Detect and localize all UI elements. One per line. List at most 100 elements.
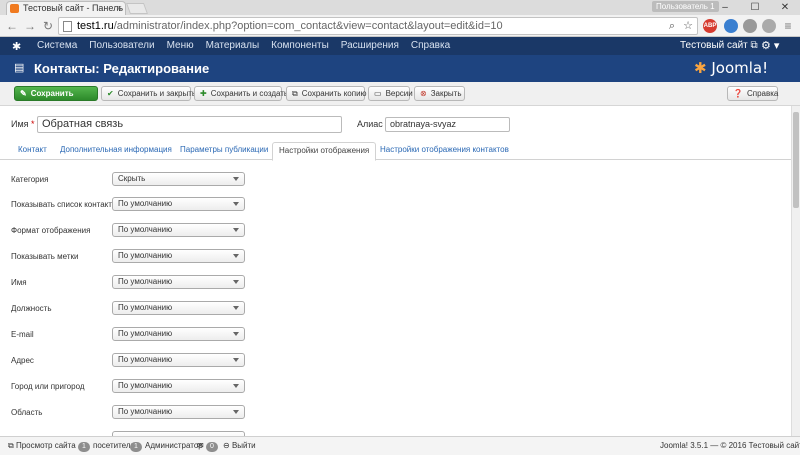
tab-contact-display[interactable]: Настройки отображения контактов [374, 142, 515, 160]
zoom-icon[interactable]: ⌕ [665, 19, 679, 33]
form-tabs: Контакт Дополнительная информация Параме… [0, 142, 800, 161]
page-title: Контакты: Редактирование [34, 61, 210, 76]
bookmark-star-icon[interactable]: ☆ [681, 19, 695, 33]
setting-select[interactable]: По умолчанию [112, 249, 245, 263]
name-field[interactable]: Обратная связь [37, 116, 342, 133]
help-button[interactable]: ❓ Справка [727, 86, 778, 101]
setting-select[interactable]: По умолчанию [112, 405, 245, 419]
user-settings-icon[interactable]: ⚙ ▾ [761, 37, 779, 55]
save-copy-button[interactable]: ⧉ Сохранить копию [286, 86, 367, 101]
status-bar: ⧉ Просмотр сайта 1 посетитель 1 Администра… [0, 436, 800, 455]
close-label: Закрыть [430, 89, 462, 98]
versions-label: Версии [385, 89, 413, 98]
setting-select[interactable]: По умолчанию [112, 301, 245, 315]
tab-close-icon[interactable]: × [117, 2, 122, 15]
setting-select[interactable]: Скрыть [112, 172, 245, 186]
forward-icon[interactable]: → [22, 18, 38, 34]
setting-label: Город или пригород [11, 382, 85, 391]
save-new-label: Сохранить и создать [210, 89, 289, 98]
help-icon: ❓ [733, 89, 743, 98]
chevron-down-icon [233, 177, 239, 181]
view-site-link[interactable]: ⧉ Просмотр сайта [8, 437, 76, 455]
setting-value: По умолчанию [118, 407, 173, 416]
setting-label: Категория [11, 175, 49, 184]
version-info: Joomla! 3.5.1 — © 2016 Тестовый сайт [660, 441, 800, 450]
setting-label: E-mail [11, 330, 34, 339]
setting-select[interactable]: По умолчанию [112, 353, 245, 367]
url-path: /administrator/index.php?option=com_cont… [113, 20, 503, 32]
extension-speed-icon[interactable] [743, 19, 757, 33]
reload-icon[interactable]: ↻ [40, 18, 56, 34]
tab-display[interactable]: Настройки отображения [272, 142, 377, 161]
extension-gear-icon[interactable] [762, 19, 776, 33]
save-new-button[interactable]: ✚ Сохранить и создать [194, 86, 288, 101]
copy-icon: ⧉ [292, 89, 298, 98]
setting-select[interactable]: По умолчанию [112, 327, 245, 341]
url-text[interactable]: test1.ru/administrator/index.php?option=… [77, 18, 503, 34]
minimize-icon[interactable]: – [710, 0, 740, 15]
close-button[interactable]: ⊗ Закрыть [414, 86, 465, 101]
menu-components[interactable]: Компоненты [271, 37, 329, 55]
menu-system[interactable]: Система [37, 37, 77, 55]
tab-publishing[interactable]: Параметры публикации [174, 142, 274, 160]
browser-toolbar: ← → ↻ test1.ru/administrator/index.php?o… [0, 15, 800, 37]
name-label-text: Имя [11, 119, 29, 129]
menu-users[interactable]: Пользователи [89, 37, 154, 55]
save-close-label: Сохранить и закрыть [117, 89, 197, 98]
setting-value: По умолчанию [118, 199, 173, 208]
setting-select[interactable]: По умолчанию [112, 197, 245, 211]
chevron-down-icon [233, 228, 239, 232]
close-window-icon[interactable]: ✕ [770, 0, 800, 15]
setting-select[interactable]: По умолчанию [112, 379, 245, 393]
browser-menu-icon[interactable]: ≡ [780, 18, 796, 34]
chevron-down-icon [233, 280, 239, 284]
alias-field[interactable]: obratnaya-svyaz [385, 117, 510, 132]
chevron-down-icon [233, 410, 239, 414]
minus-icon: ⊖ [223, 441, 232, 450]
scrollbar-thumb[interactable] [793, 112, 799, 208]
edit-form: Имя * Обратная связь Алиас obratnaya-svy… [0, 106, 800, 436]
extension-swirl-icon[interactable] [724, 19, 738, 33]
profile-badge[interactable]: Пользователь 1 [652, 1, 719, 12]
chevron-down-icon [233, 358, 239, 362]
setting-label: Формат отображения [11, 226, 91, 235]
chevron-down-icon [233, 202, 239, 206]
tab-contact[interactable]: Контакт [12, 142, 53, 160]
versions-button[interactable]: ▭ Версии [368, 86, 413, 101]
save-close-button[interactable]: ✔ Сохранить и закрыть [101, 86, 196, 101]
menu-help[interactable]: Справка [411, 37, 450, 55]
back-icon[interactable]: ← [4, 18, 20, 34]
address-bar[interactable]: test1.ru/administrator/index.php?option=… [58, 17, 698, 35]
url-host: test1.ru [77, 20, 114, 32]
menu-extensions[interactable]: Расширения [341, 37, 399, 55]
messages-indicator[interactable]: ✉ 0 [197, 437, 221, 455]
maximize-icon[interactable]: ☐ [740, 0, 770, 15]
menu-menus[interactable]: Меню [167, 37, 194, 55]
page-header: ▤ Контакты: Редактирование ✱ Joomla! [0, 55, 800, 82]
menu-content[interactable]: Материалы [206, 37, 260, 55]
setting-label: Показывать список контактов [11, 200, 121, 209]
new-tab-button[interactable] [125, 3, 149, 14]
chevron-down-icon [233, 332, 239, 336]
browser-tab[interactable]: Тестовый сайт - Панель × [6, 1, 126, 15]
logout-link[interactable]: ⊖ Выйти [223, 437, 256, 455]
save-button[interactable]: ✎ Сохранить [14, 86, 98, 101]
adblock-icon[interactable]: ABP [703, 19, 717, 33]
setting-select[interactable]: По умолчанию [112, 275, 245, 289]
joomla-logo-icon[interactable]: ✱ [12, 40, 21, 53]
setting-select[interactable]: По умолчанию [112, 223, 245, 237]
admins-label: Администратор [145, 441, 203, 450]
admin-navbar: ✱ Система Пользователи Меню Материалы Ко… [0, 37, 800, 55]
plus-icon: ✚ [200, 89, 207, 98]
setting-label: Адрес [11, 356, 34, 365]
admins-badge: 1 [130, 442, 142, 452]
mail-icon: ✉ [197, 441, 206, 450]
site-link[interactable]: Тестовый сайт ⧉ [680, 37, 758, 55]
page-scrollbar[interactable] [791, 106, 800, 436]
contact-icon: ▤ [14, 62, 25, 74]
setting-value: По умолчанию [118, 303, 173, 312]
chevron-down-icon [233, 384, 239, 388]
save-copy-label: Сохранить копию [301, 89, 367, 98]
setting-label: Должность [11, 304, 52, 313]
tab-misc-info[interactable]: Дополнительная информация [54, 142, 178, 160]
